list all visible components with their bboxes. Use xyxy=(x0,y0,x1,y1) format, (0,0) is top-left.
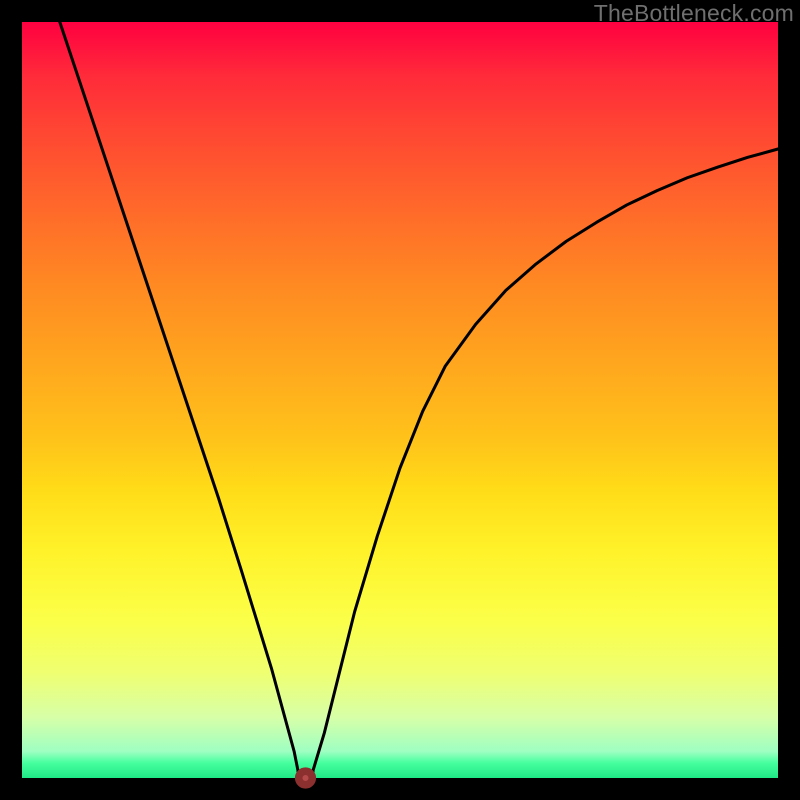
bottleneck-curve xyxy=(60,22,778,774)
chart-container: TheBottleneck.com xyxy=(0,0,800,800)
curve-layer xyxy=(22,22,778,778)
watermark-text: TheBottleneck.com xyxy=(594,0,794,27)
minimum-marker xyxy=(299,771,313,785)
